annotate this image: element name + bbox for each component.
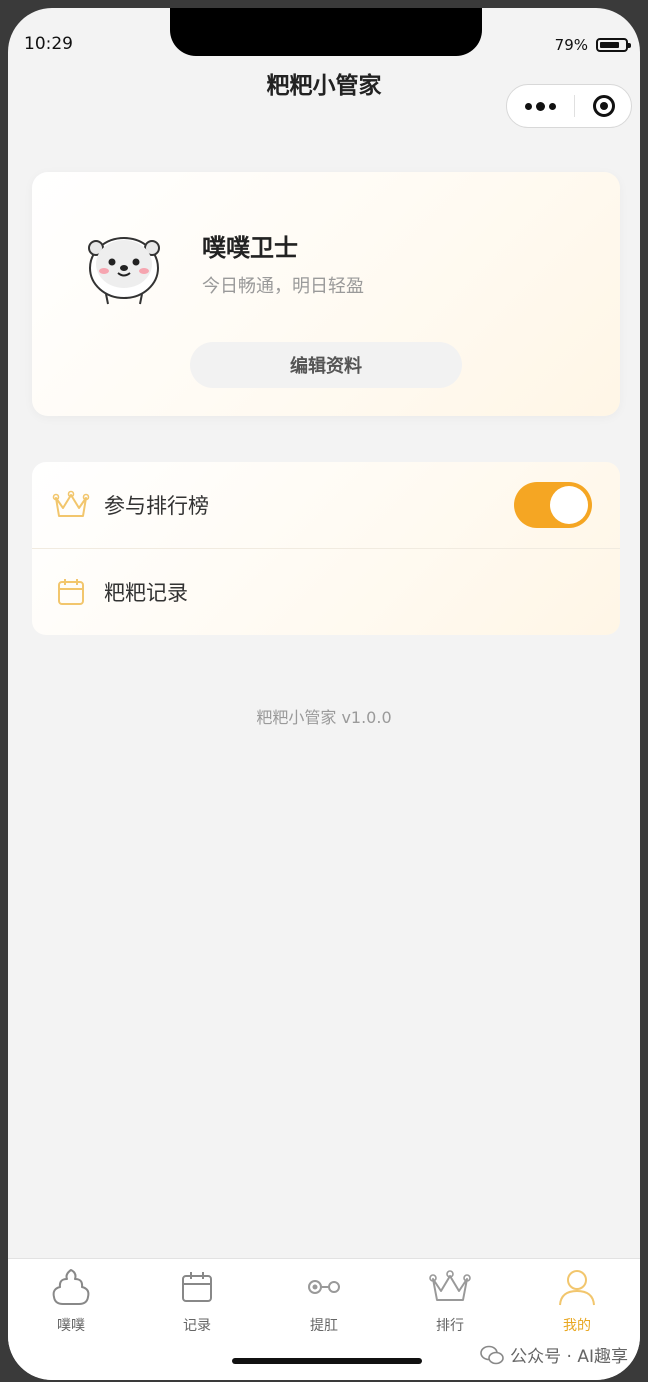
tab-label: 提肛 (310, 1318, 338, 1334)
user-icon (514, 1265, 640, 1309)
version-text: 粑粑小管家 v1.0.0 (256, 708, 392, 727)
battery-icon (596, 38, 631, 52)
poop-record-label: 粑粑记录 (104, 581, 188, 605)
calendar-icon (52, 577, 90, 607)
tab-label: 排行 (436, 1318, 464, 1334)
target-icon[interactable] (593, 95, 615, 117)
poop-icon (8, 1265, 134, 1309)
battery-percent: 79% (554, 36, 588, 54)
status-time: 10:29 (24, 34, 73, 54)
tab-label: 记录 (183, 1318, 211, 1334)
otter-avatar[interactable] (82, 224, 166, 308)
leaderboard-label: 参与排行榜 (104, 494, 209, 518)
more-dots-icon[interactable] (525, 101, 556, 111)
tab-exercise[interactable]: 提肛 (261, 1265, 387, 1335)
watermark: 公众号 · AI趣享 (480, 1342, 628, 1367)
crown-icon (52, 490, 90, 520)
tab-label: 我的 (563, 1318, 591, 1334)
calendar-icon (134, 1265, 260, 1309)
tab-mine[interactable]: 我的 (514, 1265, 640, 1335)
leaderboard-toggle[interactable] (514, 482, 592, 528)
tab-poop[interactable]: 噗噗 (8, 1265, 134, 1335)
toggle-knob (550, 486, 588, 524)
crown-icon (387, 1265, 513, 1309)
wechat-icon (480, 1345, 504, 1364)
tab-ranking[interactable]: 排行 (387, 1265, 513, 1335)
home-indicator (232, 1358, 422, 1364)
tab-label: 噗噗 (57, 1318, 85, 1334)
edit-profile-button[interactable]: 编辑资料 (190, 342, 462, 388)
profile-name: 噗噗卫士 (202, 234, 298, 262)
profile-card: 噗噗卫士 今日畅通，明日轻盈 编辑资料 (32, 172, 620, 416)
profile-motto: 今日畅通，明日轻盈 (202, 276, 364, 297)
watermark-text: 公众号 · AI趣享 (510, 1347, 628, 1367)
phone-screen: 10:29 79% 粑粑小管家 噗噗卫士 今日畅通，明日轻盈 编辑资料 参与排行… (8, 8, 640, 1380)
tab-record[interactable]: 记录 (134, 1265, 260, 1335)
capsule-divider (574, 95, 575, 117)
settings-card: 参与排行榜 粑粑记录 (32, 462, 620, 635)
poop-record-row[interactable]: 粑粑记录 (32, 549, 620, 635)
leaderboard-row[interactable]: 参与排行榜 (32, 462, 620, 549)
miniprogram-capsule (506, 84, 632, 128)
status-indicators: 79% (554, 36, 631, 54)
exercise-icon (261, 1265, 387, 1309)
notch (170, 8, 482, 56)
